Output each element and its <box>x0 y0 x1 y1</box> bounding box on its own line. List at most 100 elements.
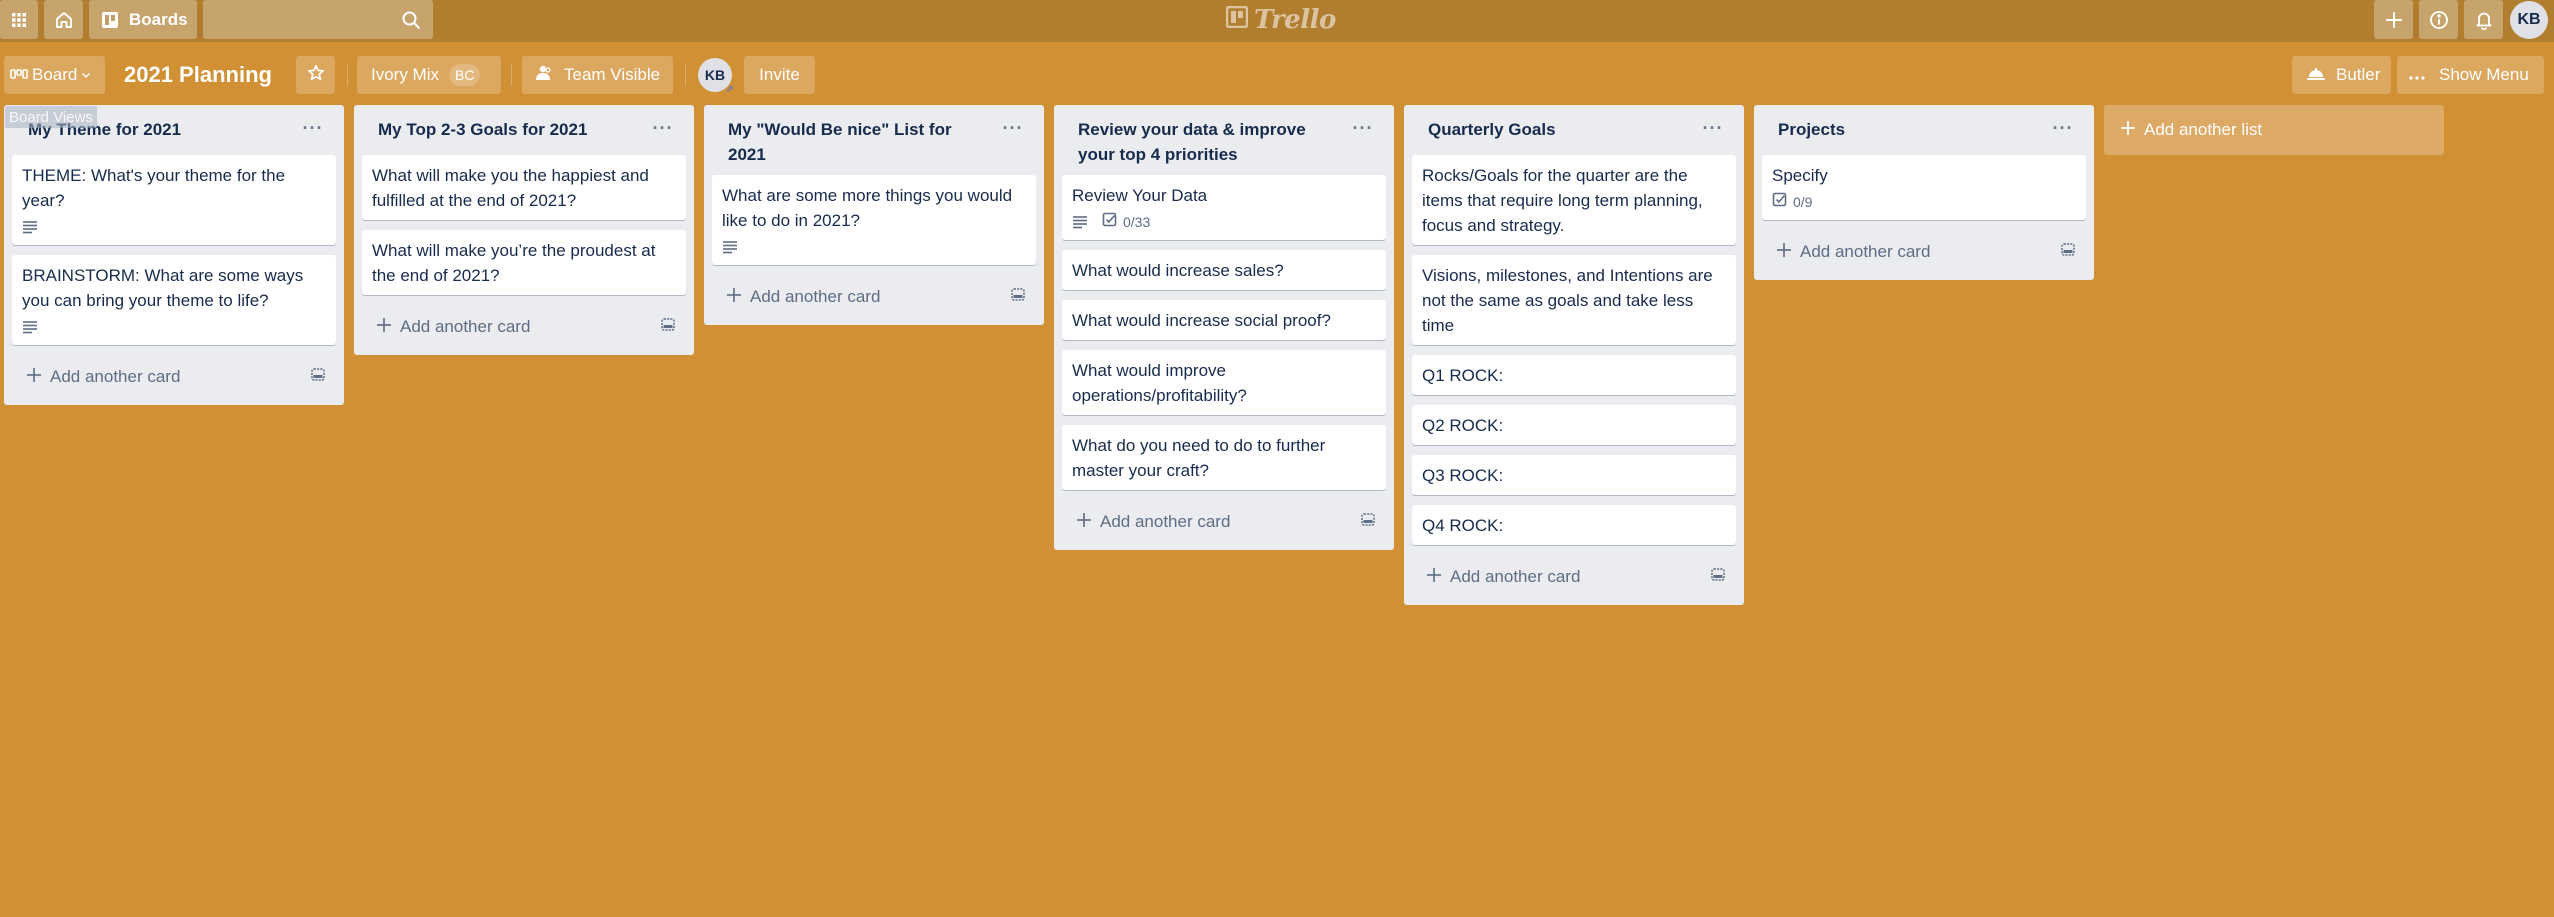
add-card-label: Add another card <box>750 287 881 306</box>
boards-button[interactable]: Boards <box>89 0 197 39</box>
card[interactable]: Rocks/Goals for the quarter are the item… <box>1412 155 1736 245</box>
card-title: What would increase social proof? <box>1072 311 1331 330</box>
board-member-avatar[interactable]: KB ⇗ <box>698 58 734 95</box>
trello-logo[interactable]: Trello <box>1225 5 1336 35</box>
card[interactable]: What would improve operations/profitabil… <box>1062 350 1386 415</box>
card-title: BRAINSTORM: What are some ways you can b… <box>22 266 304 310</box>
description-icon <box>22 320 38 334</box>
card[interactable]: What would increase sales? <box>1062 250 1386 290</box>
user-avatar[interactable]: KB <box>2510 1 2548 39</box>
visibility-button[interactable]: Team Visible <box>522 56 673 94</box>
template-card-icon[interactable] <box>310 367 326 388</box>
list-header[interactable]: Quarterly Goals ··· <box>1412 105 1736 155</box>
add-card-button[interactable]: Add another card <box>1076 512 1230 533</box>
card[interactable]: Q2 ROCK: <box>1412 405 1736 445</box>
team-button[interactable]: Ivory Mix BC <box>357 56 501 94</box>
list[interactable]: Quarterly Goals ··· Rocks/Goals for the … <box>1404 105 1744 605</box>
show-menu-button[interactable]: Show Menu <box>2397 56 2544 94</box>
card[interactable]: What do you need to do to further master… <box>1062 425 1386 490</box>
card-title: THEME: What's your theme for the year? <box>22 166 286 210</box>
header-divider <box>511 64 512 86</box>
card[interactable]: Q4 ROCK: <box>1412 505 1736 545</box>
list[interactable]: My "Would Be nice" List for 2021 ··· Wha… <box>704 105 1044 325</box>
board-icon <box>101 11 119 29</box>
card[interactable]: Q3 ROCK: <box>1412 455 1736 495</box>
add-card-button[interactable]: Add another card <box>1426 567 1580 588</box>
card[interactable]: Q1 ROCK: <box>1412 355 1736 395</box>
board-view-switcher[interactable]: Board <box>4 56 105 94</box>
add-card-button[interactable]: Add another card <box>726 287 880 308</box>
notifications-button[interactable] <box>2464 0 2503 39</box>
list-title[interactable]: Quarterly Goals <box>1428 120 1556 139</box>
plus-icon <box>2385 11 2403 29</box>
home-button[interactable] <box>44 0 83 39</box>
template-card-icon[interactable] <box>660 317 676 338</box>
template-card-icon[interactable] <box>1360 512 1376 533</box>
list-menu-icon[interactable]: ··· <box>650 115 676 141</box>
star-board-button[interactable] <box>296 56 335 94</box>
card-title: What are some more things you would like… <box>722 186 1013 230</box>
list-menu-icon[interactable]: ··· <box>1350 115 1376 141</box>
trello-logo-icon <box>1225 5 1249 35</box>
add-card-button[interactable]: Add another card <box>1776 242 1930 263</box>
list[interactable]: Review your data & improve your top 4 pr… <box>1054 105 1394 550</box>
description-icon <box>722 240 738 254</box>
add-card-button[interactable]: Add another card <box>26 367 180 388</box>
add-list-label: Add another list <box>2144 120 2263 139</box>
add-list-button[interactable]: Add another list <box>2104 105 2444 155</box>
list-title[interactable]: Projects <box>1778 120 1845 139</box>
template-card-icon[interactable] <box>1710 567 1726 588</box>
card[interactable]: Review Your Data 0/33 <box>1062 175 1386 240</box>
search-icon <box>401 10 421 30</box>
list-title[interactable]: My Top 2-3 Goals for 2021 <box>378 120 587 139</box>
list-menu-icon[interactable]: ··· <box>2050 115 2076 141</box>
list-header[interactable]: My Top 2-3 Goals for 2021 ··· <box>362 105 686 155</box>
list[interactable]: My Theme for 2021 ··· THEME: What's your… <box>4 105 344 405</box>
card[interactable]: Visions, milestones, and Intentions are … <box>1412 255 1736 345</box>
list-menu-icon[interactable]: ··· <box>300 115 326 141</box>
card-title: What will make you the happiest and fulf… <box>372 166 649 210</box>
list-title[interactable]: Review your data & improve your top 4 pr… <box>1078 120 1306 164</box>
trello-logo-text: Trello <box>1254 5 1336 35</box>
card[interactable]: THEME: What's your theme for the year? <box>12 155 336 245</box>
card[interactable]: What are some more things you would like… <box>712 175 1036 265</box>
checklist-count: 0/9 <box>1793 193 1813 210</box>
butler-button[interactable]: Butler <box>2292 56 2391 94</box>
card-title: Q1 ROCK: <box>1422 366 1504 385</box>
add-card-button[interactable]: Add another card <box>376 317 530 338</box>
list[interactable]: My Top 2-3 Goals for 2021 ··· What will … <box>354 105 694 355</box>
information-button[interactable] <box>2419 0 2458 39</box>
invite-button[interactable]: Invite <box>744 56 815 94</box>
plus-icon <box>1076 512 1092 533</box>
list-header[interactable]: My "Would Be nice" List for 2021 ··· <box>712 105 1036 175</box>
plus-icon <box>1776 242 1792 263</box>
card[interactable]: What will make you’re the proudest at th… <box>362 230 686 295</box>
list-footer: Add another card <box>712 273 1036 321</box>
list[interactable]: Projects ··· Specify 0/9 Add another car… <box>1754 105 2094 280</box>
user-initials: KB <box>2517 11 2541 28</box>
search-input[interactable] <box>203 0 433 39</box>
list-header[interactable]: Projects ··· <box>1762 105 2086 155</box>
apps-switcher-button[interactable] <box>0 0 38 39</box>
card[interactable]: What will make you the happiest and fulf… <box>362 155 686 220</box>
template-card-icon[interactable] <box>1010 287 1026 308</box>
card[interactable]: BRAINSTORM: What are some ways you can b… <box>12 255 336 345</box>
description-icon <box>22 220 38 234</box>
board-title[interactable]: 2021 Planning <box>124 56 272 94</box>
checklist-badge: 0/9 <box>1772 190 1812 215</box>
card-badges: 0/9 <box>1772 191 2076 213</box>
add-card-label: Add another card <box>400 317 531 336</box>
list-header[interactable]: Review your data & improve your top 4 pr… <box>1062 105 1386 175</box>
plus-icon <box>26 367 42 388</box>
invite-label: Invite <box>759 65 800 84</box>
plus-icon <box>2120 120 2136 141</box>
show-menu-label: Show Menu <box>2439 65 2529 84</box>
list-menu-icon[interactable]: ··· <box>1700 115 1726 141</box>
card[interactable]: What would increase social proof? <box>1062 300 1386 340</box>
list-menu-icon[interactable]: ··· <box>1000 115 1026 141</box>
list-title[interactable]: My "Would Be nice" List for 2021 <box>728 120 952 164</box>
team-name: Ivory Mix <box>371 65 439 84</box>
create-button[interactable] <box>2374 0 2413 39</box>
card[interactable]: Specify 0/9 <box>1762 155 2086 220</box>
template-card-icon[interactable] <box>2060 242 2076 263</box>
